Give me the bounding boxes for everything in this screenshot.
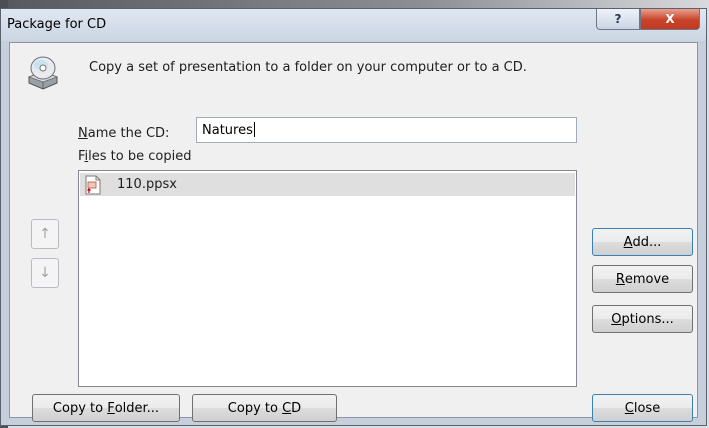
options-button[interactable]: Options... [592,305,693,333]
remove-button[interactable]: Remove [592,265,693,293]
files-list[interactable]: 110.ppsx [78,170,577,387]
instruction-text: Copy a set of presentation to a folder o… [89,60,527,75]
file-name: 110.ppsx [117,177,177,192]
list-item[interactable]: 110.ppsx [80,173,575,196]
help-button[interactable]: ? [596,9,640,30]
desktop-background [0,0,709,8]
copy-to-folder-button[interactable]: Copy to Folder... [32,394,180,422]
copy-to-cd-button[interactable]: Copy to CD [192,394,337,422]
arrow-down-icon: ↓ [39,265,51,281]
move-up-button[interactable]: ↑ [31,219,59,249]
package-for-cd-dialog: Package for CD ? X Copy a set of present… [0,8,707,426]
files-to-copy-label: Files to be copied [78,149,192,164]
close-button[interactable]: Close [592,394,693,422]
ppsx-file-icon [85,175,101,194]
add-button[interactable]: Add... [592,228,693,256]
dialog-body: Copy a set of presentation to a folder o… [9,42,698,422]
cd-drive-icon [27,56,59,90]
move-down-button[interactable]: ↓ [31,258,59,288]
title-bar[interactable]: Package for CD ? X [1,9,706,41]
close-icon: X [665,12,675,26]
text-caret [253,122,255,137]
help-icon: ? [614,12,622,26]
name-cd-label: Name the CD: [78,126,170,141]
cd-name-input[interactable]: Natures [196,117,577,143]
close-window-button[interactable]: X [640,9,700,30]
arrow-up-icon: ↑ [39,226,51,242]
window-title: Package for CD [7,17,107,32]
